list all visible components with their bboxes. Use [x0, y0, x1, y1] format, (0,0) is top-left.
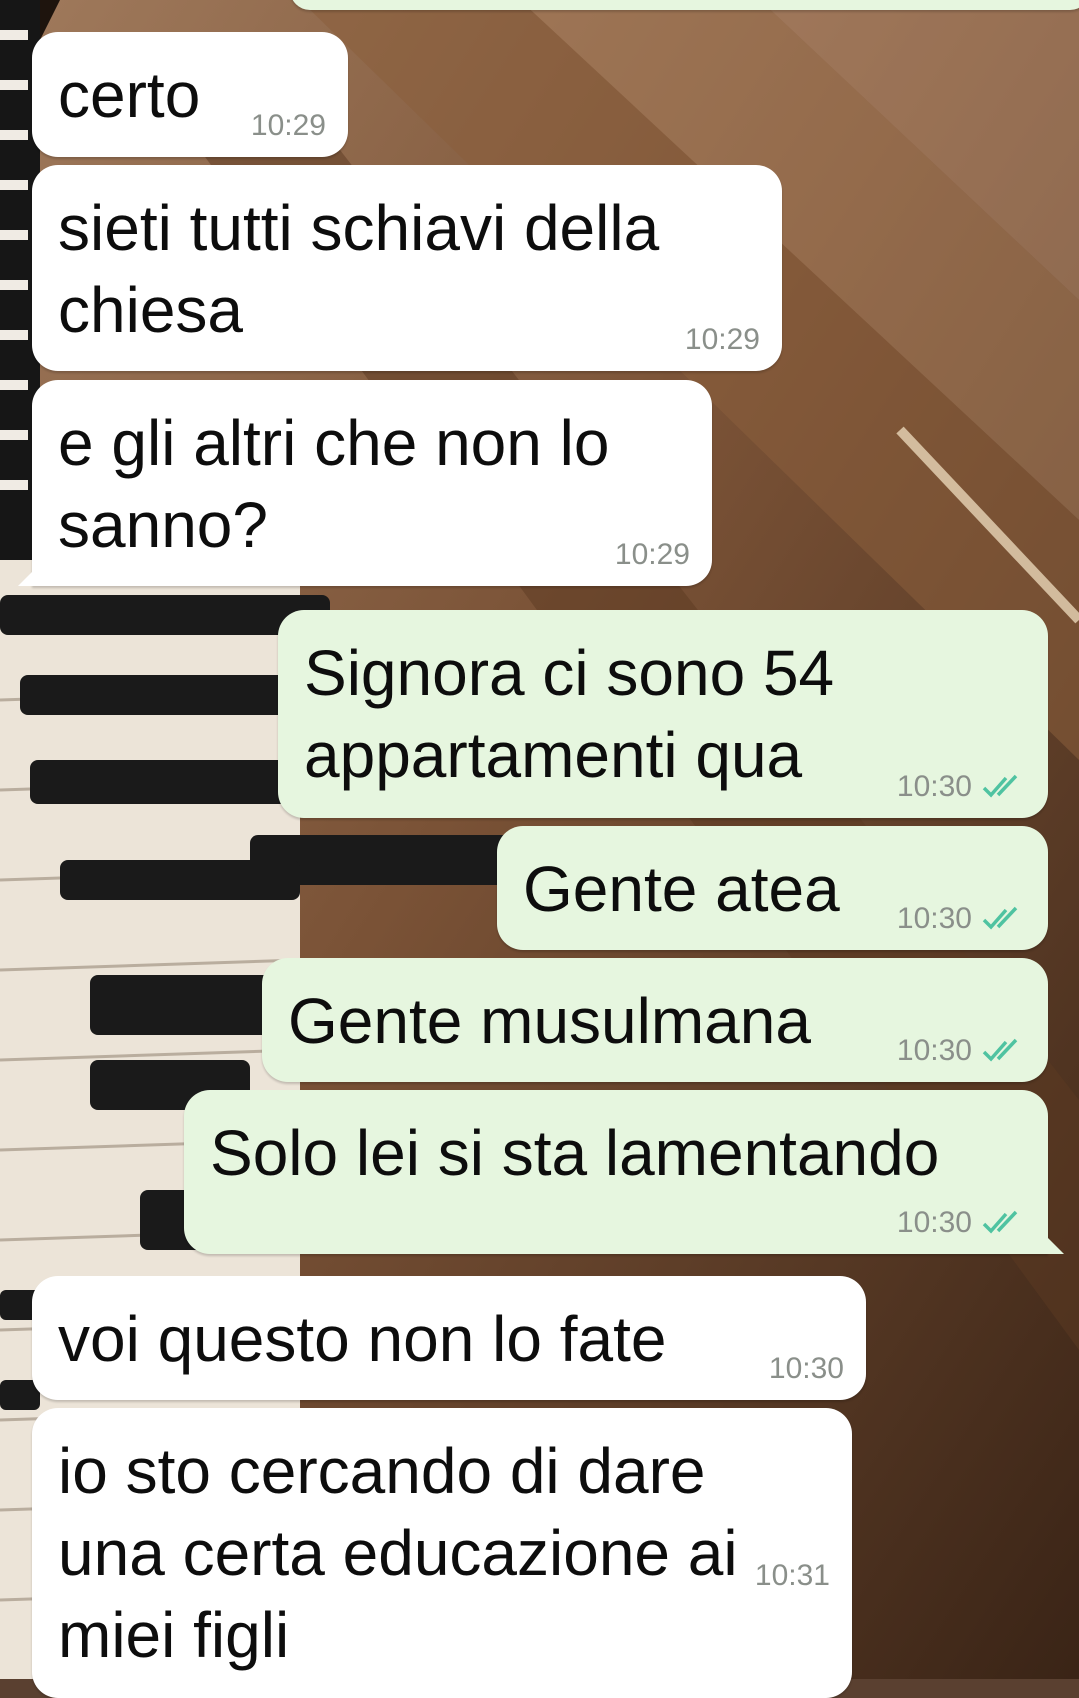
message-time: 10:29 [684, 323, 760, 356]
message-time: 10:30 [768, 1352, 844, 1385]
message-meta: 10:31 [755, 1559, 830, 1593]
message-text: Gente atea [523, 853, 840, 925]
message-text: Solo lei si sta lamentando [210, 1117, 940, 1189]
message-time: 10:31 [754, 1559, 830, 1592]
incoming-message-bubble[interactable]: e gli altri che non lo sanno? 10:29 [18, 380, 712, 586]
message-meta: 10:29 [251, 109, 326, 143]
message-text: Gente musulmana [288, 985, 811, 1057]
outgoing-message-bubble[interactable]: Solo lei si sta lamentando 10:30 [184, 1090, 1064, 1254]
message-time: 10:30 [896, 770, 972, 803]
previous-message-bubble-edge [290, 0, 1079, 10]
message-time: 10:30 [896, 902, 972, 935]
double-check-icon [982, 1210, 1026, 1236]
outgoing-message-bubble[interactable]: Gente atea 10:30 [497, 826, 1048, 950]
message-text: io sto cercando di dare una certa educaz… [58, 1435, 738, 1671]
incoming-message-bubble[interactable]: voi questo non lo fate 10:30 [32, 1276, 866, 1400]
message-meta: 10:30 [897, 1034, 1026, 1068]
double-check-icon [982, 774, 1026, 800]
message-text: sieti tutti schiavi della chiesa [58, 192, 660, 346]
message-meta: 10:30 [897, 770, 1026, 804]
bubble-tail [1042, 1232, 1064, 1254]
incoming-message-bubble[interactable]: sieti tutti schiavi della chiesa 10:29 [32, 165, 782, 371]
message-meta: 10:29 [615, 538, 690, 572]
incoming-message-bubble[interactable]: io sto cercando di dare una certa educaz… [32, 1408, 852, 1698]
message-text: voi questo non lo fate [58, 1303, 667, 1375]
message-meta: 10:30 [769, 1352, 844, 1386]
message-time: 10:30 [896, 1034, 972, 1067]
bubble-tail [18, 564, 40, 586]
message-text: Signora ci sono 54 appartamenti qua [304, 637, 835, 791]
incoming-message-bubble[interactable]: certo 10:29 [32, 32, 348, 157]
message-time: 10:30 [896, 1206, 972, 1239]
double-check-icon [982, 1038, 1026, 1064]
outgoing-message-bubble[interactable]: Gente musulmana 10:30 [262, 958, 1048, 1082]
message-meta: 10:30 [897, 1206, 1026, 1240]
outgoing-message-bubble[interactable]: Signora ci sono 54 appartamenti qua 10:3… [278, 610, 1048, 818]
message-time: 10:29 [614, 538, 690, 571]
message-time: 10:29 [250, 109, 326, 142]
message-text: e gli altri che non lo sanno? [58, 407, 610, 561]
message-meta: 10:30 [897, 902, 1026, 936]
double-check-icon [982, 906, 1026, 932]
message-text: certo [58, 59, 201, 131]
message-meta: 10:29 [685, 323, 760, 357]
